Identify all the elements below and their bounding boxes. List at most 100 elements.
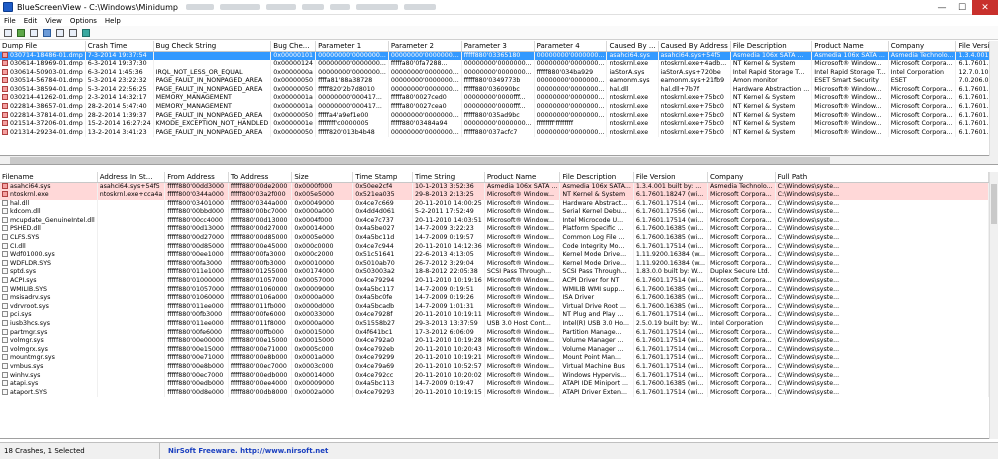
driver-list-scrollbar[interactable] — [989, 172, 998, 439]
column-header[interactable]: Full Path — [775, 172, 989, 183]
minimize-button[interactable]: — — [932, 0, 952, 15]
column-header[interactable]: To Address — [228, 172, 293, 183]
cell-text: 6.1.7600.16385 (wi... — [635, 285, 704, 293]
column-header[interactable]: File Version — [633, 172, 708, 183]
crash-row[interactable]: 022814-37814-01.dmp 28-2-2014 1:39:37 PAGE… — [0, 111, 989, 121]
driver-row[interactable]: mcupdate_GenuineIntel.dll fffff880'00cc40… — [0, 216, 989, 226]
crash-list-horizontal-scrollbar[interactable] — [0, 156, 998, 165]
column-header[interactable]: File Version — [955, 41, 989, 52]
driver-row[interactable]: CLFS.SYS fffff880'00d27000 fffff880'00d850… — [0, 234, 989, 243]
column-header[interactable]: Time String — [412, 172, 485, 183]
column-header[interactable]: Bug Che... — [270, 41, 317, 52]
driver-row[interactable]: vdrvroot.sys fffff880'011ee000 fffff880'01… — [0, 302, 989, 312]
column-header[interactable]: Bug Check String — [153, 41, 272, 52]
crash-list[interactable]: Dump File Crash Time Bug Check String Bug C… — [0, 41, 989, 156]
column-header[interactable]: Address In St... — [97, 172, 166, 183]
crash-row[interactable]: 030714-18486-01.dmp 7-3-2014 19:37:54 0x00… — [0, 51, 989, 61]
crash-row[interactable]: 021314-29234-01.dmp 13-2-2014 3:41:23 PAGE… — [0, 128, 989, 138]
column-header[interactable]: Parameter 2 — [388, 41, 462, 52]
nirsoft-link[interactable]: NirSoft Freeware. http://www.nirsoft.net — [160, 447, 328, 455]
cell-text: 6.1.7601.17514 (wi... — [635, 242, 704, 250]
column-header[interactable]: File Description — [730, 41, 813, 52]
column-header[interactable]: Product Name — [484, 172, 561, 183]
driver-row[interactable]: kdcom.dll fffff880'00bbd000 fffff880'00bc7… — [0, 208, 989, 217]
menu-file[interactable]: File — [0, 17, 20, 25]
refresh-icon[interactable] — [15, 27, 27, 38]
crash-row[interactable]: 030214-41262-01.dmp 2-3-2014 14:32:17 MEMO… — [0, 94, 989, 104]
cell-text: C:\Windows\syste... — [777, 285, 840, 293]
column-header[interactable]: Size — [291, 172, 354, 183]
driver-row[interactable]: CI.dll fffff880'00d85000 fffff880'00e45000… — [0, 242, 989, 252]
driver-row[interactable]: partmgr.sys fffff880'00fe6000 fffff880'00f… — [0, 328, 989, 338]
driver-row[interactable]: WDFLDR.SYS fffff880'00fa3000 fffff880'00fb… — [0, 259, 989, 269]
column-header[interactable]: Parameter 4 — [534, 41, 608, 52]
menu-edit[interactable]: Edit — [20, 17, 42, 25]
table-cell: 18-8-2012 22:05:38 — [412, 268, 485, 278]
crash-row[interactable]: 030514-56784-01.dmp 5-3-2014 23:22:32 PAGE… — [0, 77, 989, 86]
crash-row[interactable]: 030614-18969-01.dmp 6-3-2014 19:37:30 0x00… — [0, 60, 989, 69]
cell-text: vdrvroot.sys — [10, 302, 49, 310]
driver-row[interactable]: hal.dll fffff800'03401000 fffff800'0344a00… — [0, 199, 989, 209]
driver-row[interactable]: pci.sys fffff880'00fb3000 fffff880'00fe600… — [0, 311, 989, 320]
crash-row[interactable]: 030614-50903-01.dmp 6-3-2014 1:45:36 IRQL_… — [0, 68, 989, 78]
driver-row[interactable]: asahci64.sys asahci64.sys+54f5 fffff880'00… — [0, 182, 989, 192]
cell-text: 00000000'000417... — [318, 103, 382, 111]
table-cell: Intel(R) USB 3.0 Ho... — [559, 320, 634, 329]
exit-icon[interactable] — [80, 27, 92, 38]
driver-row[interactable]: Wdf01000.sys fffff880'00ee1000 fffff880'00… — [0, 251, 989, 260]
table-cell — [97, 362, 166, 372]
driver-row[interactable]: ntoskrnl.exe ntoskrnl.exe+cca4a fffff800'0… — [0, 191, 989, 200]
driver-row[interactable]: vmbus.sys fffff880'00e8b000 fffff880'00ec7… — [0, 362, 989, 372]
driver-row[interactable]: PSHED.dll fffff880'00d13000 fffff880'00d27… — [0, 225, 989, 235]
driver-row[interactable]: msisadrv.sys fffff880'01060000 fffff880'01… — [0, 294, 989, 303]
driver-row[interactable]: WMILIB.SYS fffff880'01057000 fffff880'0106… — [0, 285, 989, 295]
driver-row[interactable]: ataport.SYS fffff880'00d8e000 fffff880'00d… — [0, 388, 989, 398]
column-header[interactable]: Caused By Address — [658, 41, 731, 52]
driver-row[interactable]: iusb3hcs.sys fffff880'011ee000 fffff880'01… — [0, 320, 989, 329]
menu-view[interactable]: View — [41, 17, 66, 25]
cell-text: 20-11-2010 14:00:25 — [414, 199, 482, 207]
column-header[interactable]: Company — [707, 172, 776, 183]
menu-help[interactable]: Help — [101, 17, 125, 25]
driver-row[interactable]: volmgrx.sys fffff880'00e15000 fffff880'00e… — [0, 345, 989, 355]
table-cell: Microsoft Corpora... — [707, 234, 776, 243]
column-header[interactable]: Time Stamp — [352, 172, 413, 183]
driver-row[interactable]: atapi.sys fffff880'00edb000 fffff880'00ee4… — [0, 380, 989, 389]
cell-text: Intel Rapid Storage T... — [814, 68, 886, 76]
driver-row[interactable]: ACPI.sys fffff880'01000000 fffff880'010570… — [0, 277, 989, 286]
column-header[interactable]: Parameter 3 — [461, 41, 535, 52]
driver-row[interactable]: volmgr.sys fffff880'00e00000 fffff880'00e1… — [0, 337, 989, 346]
crash-row[interactable]: 021514-37206-01.dmp 15-2-2014 16:27:24 KMO… — [0, 120, 989, 129]
column-header[interactable]: File Description — [559, 172, 634, 183]
scrollbar-thumb[interactable] — [991, 184, 997, 224]
driver-file-icon — [2, 362, 8, 369]
driver-list[interactable]: Filename Address In St... From Address To A… — [0, 172, 989, 439]
copy-icon[interactable] — [28, 27, 40, 38]
crash-list-scrollbar[interactable] — [989, 41, 998, 156]
html-report-icon[interactable] — [41, 27, 53, 38]
driver-row[interactable]: winhv.sys fffff880'00ec7000 fffff880'00edb… — [0, 371, 989, 381]
save-icon[interactable] — [2, 27, 14, 38]
crash-row[interactable]: 030514-38594-01.dmp 5-3-2014 22:56:25 PAGE… — [0, 85, 989, 95]
cell-text: 00000000'0000000... — [390, 77, 459, 85]
cell-text: fffff880'011f8000 — [230, 320, 286, 327]
maximize-button[interactable]: ☐ — [952, 0, 972, 15]
column-header[interactable]: From Address — [164, 172, 229, 183]
driver-row[interactable]: sptd.sys fffff880'011e1000 fffff880'012550… — [0, 268, 989, 278]
column-header[interactable]: Filename — [0, 172, 98, 183]
column-header[interactable]: Company — [888, 41, 957, 52]
menu-options[interactable]: Options — [66, 17, 101, 25]
crash-row[interactable]: 022814-38657-01.dmp 28-2-2014 5:47:40 MEMO… — [0, 103, 989, 112]
column-header[interactable]: Caused By ... — [606, 41, 659, 52]
close-button[interactable]: ✕ — [972, 0, 998, 15]
properties-icon[interactable] — [54, 27, 66, 38]
table-cell: C:\Windows\syste... — [775, 294, 989, 303]
column-header[interactable]: Parameter 1 — [315, 41, 389, 52]
table-cell: 0x00009000 — [291, 285, 354, 295]
find-icon[interactable] — [67, 27, 79, 38]
column-header[interactable]: Crash Time — [85, 41, 154, 52]
scrollbar-thumb[interactable] — [10, 157, 830, 164]
column-header[interactable]: Product Name — [811, 41, 889, 52]
column-header[interactable]: Dump File — [0, 41, 86, 52]
driver-row[interactable]: mountmgr.sys fffff880'00e71000 fffff880'00… — [0, 354, 989, 363]
